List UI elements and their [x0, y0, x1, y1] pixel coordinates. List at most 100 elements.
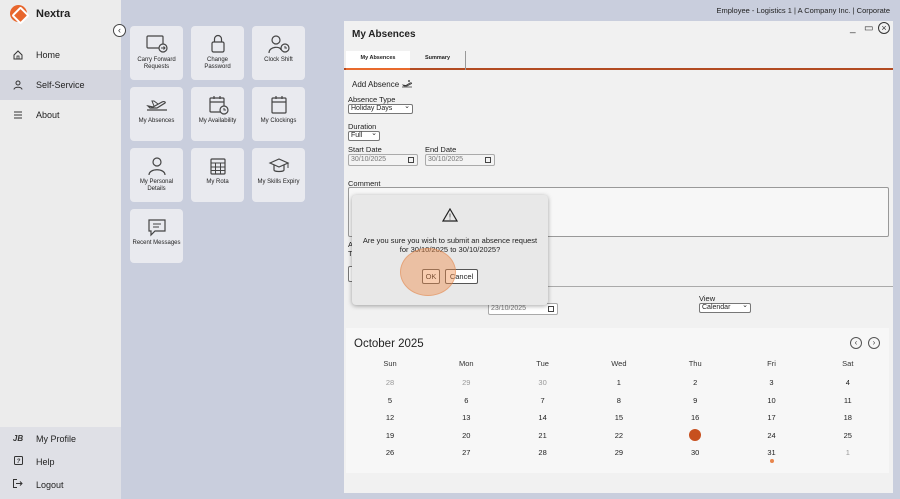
tile-my-clockings[interactable]: My Clockings — [252, 87, 305, 141]
calendar-day[interactable]: 1 — [818, 448, 878, 457]
calendar-day[interactable]: 5 — [360, 396, 420, 405]
sidebar-item-label: Self-Service — [36, 80, 85, 90]
calendar-day[interactable]: 24 — [742, 431, 802, 440]
calendar-day[interactable]: 7 — [513, 396, 573, 405]
calendar-day[interactable]: 29 — [589, 448, 649, 457]
tile-my-skills-expiry[interactable]: My Skills Expiry — [252, 148, 305, 202]
calendar-day[interactable]: 25 — [818, 431, 878, 440]
weekday-header: Sat — [842, 359, 854, 368]
panel-tabs: My Absences Summary — [344, 51, 893, 70]
warning-icon: ! — [442, 208, 458, 222]
weekday-header: Sun — [383, 359, 397, 368]
calendar-day[interactable]: 14 — [513, 413, 573, 422]
start-date-field[interactable]: 30/10/2025 — [348, 154, 418, 166]
collapse-sidebar-button[interactable]: ‹ — [113, 24, 126, 37]
view-select[interactable]: Calendar — [699, 302, 751, 313]
sidebar-item-about[interactable]: About — [0, 100, 121, 130]
dialog-message: Are you sure you wish to submit an absen… — [362, 236, 538, 254]
graduation-cap-icon — [268, 158, 289, 173]
calendar-day[interactable]: 18 — [818, 413, 878, 422]
end-date-field[interactable]: 30/10/2025 — [425, 154, 495, 166]
calendar-day[interactable]: 29 — [436, 378, 496, 387]
calendar-day[interactable]: 23 — [665, 428, 725, 441]
absence-type-select[interactable]: Holiday Days — [348, 103, 413, 114]
weekday-header: Wed — [611, 359, 627, 368]
tile-carry-forward-requests[interactable]: Carry Forward Requests — [130, 26, 183, 80]
tile-change-password[interactable]: Change Password — [191, 26, 244, 80]
tile-label: My Availability — [198, 118, 237, 124]
weekday-header: Fri — [767, 359, 776, 368]
sidebar-item-label: Help — [36, 456, 55, 467]
end-date-label: End Date — [425, 145, 457, 154]
start-date-label: Start Date — [348, 145, 382, 154]
sidebar-item-label: About — [36, 110, 60, 120]
calendar-day[interactable]: 31 — [742, 448, 802, 457]
calendar-day[interactable]: 4 — [818, 378, 878, 387]
tab-summary[interactable]: Summary — [410, 51, 466, 70]
next-month-button[interactable]: › — [868, 337, 880, 349]
calendar-day[interactable]: 22 — [589, 431, 649, 440]
maximize-button[interactable]: ▭ — [864, 23, 873, 34]
sidebar-item-logout[interactable]: Logout — [0, 473, 121, 496]
calendar-day[interactable]: 16 — [665, 413, 725, 422]
calendar-day[interactable]: 13 — [436, 413, 496, 422]
calendar-day[interactable]: 21 — [513, 431, 573, 440]
calendar-day[interactable]: 20 — [436, 431, 496, 440]
calendar-day[interactable]: 8 — [589, 396, 649, 405]
weekday-header: Thu — [688, 359, 702, 368]
calendar: October 2025 ‹ › Sun Mon Tue Wed Thu Fri Sat 28… — [346, 328, 889, 473]
calendar-day[interactable]: 3 — [742, 378, 802, 387]
sidebar-item-home[interactable]: Home — [0, 40, 121, 70]
calendar-day[interactable]: 15 — [589, 413, 649, 422]
app-name: Nextra — [36, 7, 71, 20]
calendar-day[interactable]: 6 — [436, 396, 496, 405]
calendar-day[interactable]: 2 — [665, 378, 725, 387]
weekday-header: Mon — [459, 359, 474, 368]
clock-shift-icon — [267, 35, 290, 54]
close-button[interactable]: × — [878, 22, 890, 34]
airplane-icon — [145, 100, 167, 111]
sidebar-item-self-service[interactable]: Self-Service — [0, 70, 121, 100]
tile-my-personal-details[interactable]: My Personal Details — [130, 148, 183, 202]
sidebar-item-my-profile[interactable]: JB My Profile — [0, 427, 121, 450]
tile-label: My Clockings — [260, 118, 297, 124]
calendar-day[interactable]: 26 — [360, 448, 420, 457]
person-icon — [13, 80, 23, 90]
tab-my-absences[interactable]: My Absences — [346, 51, 410, 70]
calendar-day[interactable]: 28 — [513, 448, 573, 457]
calendar-day[interactable]: 27 — [436, 448, 496, 457]
calendar-day[interactable]: 10 — [742, 396, 802, 405]
avatar: JB — [12, 434, 24, 443]
duration-select[interactable]: Full — [348, 130, 380, 141]
tile-label: My Skills Expiry — [257, 179, 300, 185]
tile-label: My Rota — [206, 179, 229, 185]
home-icon — [13, 50, 23, 60]
message-icon — [147, 219, 166, 237]
tile-my-rota[interactable]: My Rota — [191, 148, 244, 202]
calendar-day[interactable]: 12 — [360, 413, 420, 422]
calendar-day[interactable]: 1 — [589, 378, 649, 387]
calendar-day[interactable]: 19 — [360, 431, 420, 440]
today-marker: 23 — [689, 428, 702, 441]
sidebar-item-help[interactable]: ? Help — [0, 450, 121, 473]
calendar-day[interactable]: 30 — [513, 378, 573, 387]
add-absence-link[interactable]: Add Absence — [352, 79, 413, 91]
calendar-day[interactable]: 9 — [665, 396, 725, 405]
prev-month-button[interactable]: ‹ — [850, 337, 862, 349]
brand[interactable]: Nextra — [10, 5, 70, 22]
tile-my-availability[interactable]: My Availability — [191, 87, 244, 141]
menu-lines-icon — [13, 110, 23, 120]
sidebar-nav: Home Self-Service About — [0, 40, 121, 130]
calendar-day[interactable]: 28 — [360, 378, 420, 387]
header-context[interactable]: Employee - Logistics 1 | A Company Inc. … — [716, 6, 890, 15]
calendar-day[interactable]: 17 — [742, 413, 802, 422]
end-date-value: 30/10/2025 — [428, 156, 464, 163]
tile-label: Clock Shift — [264, 57, 293, 63]
minimize-button[interactable]: _ — [850, 23, 856, 34]
calendar-day[interactable]: 11 — [818, 396, 878, 405]
calendar-day[interactable]: 30 — [665, 448, 725, 457]
calendar-icon — [548, 306, 554, 312]
tile-clock-shift[interactable]: Clock Shift — [252, 26, 305, 80]
tile-recent-messages[interactable]: Recent Messages — [130, 209, 183, 263]
tile-my-absences[interactable]: My Absences — [130, 87, 183, 141]
